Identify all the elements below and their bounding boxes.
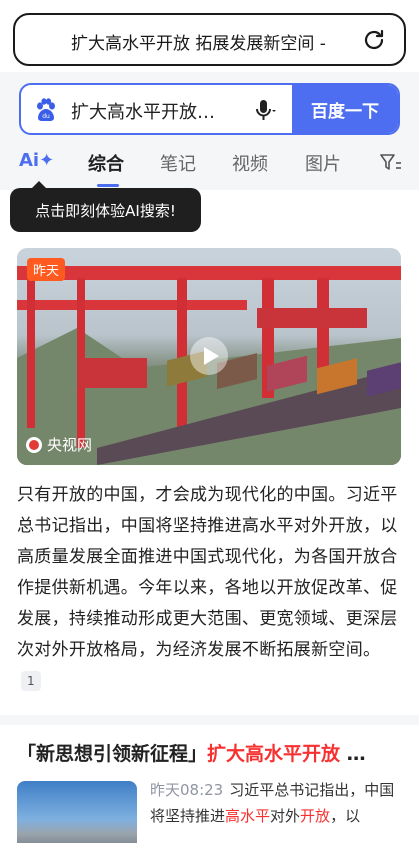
search-tabs: Ai✦ 综合 笔记 视频 图片 [0, 150, 419, 190]
citation-badge[interactable]: 1 [21, 671, 41, 691]
tab-images[interactable]: 图片 [305, 150, 341, 176]
search-box[interactable]: du 扩大高水平开放… 百度一下 [19, 83, 400, 135]
ai-summary: 只有开放的中国，才会成为现代化的中国。习近平总书记指出，中国将坚持推进高水平对外… [17, 480, 402, 697]
result-snippet-highlight: 高水平 [225, 807, 271, 825]
result-title-suffix: … [340, 743, 366, 765]
ai-tab-label: Ai [19, 150, 40, 171]
search-result[interactable]: 「新思想引领新征程」扩大高水平开放 … 昨天08:23 习近平总书记指出，中国将坚… [0, 725, 419, 843]
result-snippet-highlight: 开放 [300, 807, 331, 825]
ai-sparkle-icon[interactable]: Ai✦ [19, 150, 54, 171]
svg-text:du: du [42, 113, 50, 120]
result-snippet: 昨天08:23 习近平总书记指出，中国将坚持推进高水平对外开放，以 [150, 777, 405, 829]
summary-text: 只有开放的中国，才会成为现代化的中国。习近平总书记指出，中国将坚持推进高水平对外… [17, 485, 398, 660]
address-bar-text[interactable]: 扩大高水平开放 拓展发展新空间 - [71, 29, 326, 54]
ai-search-tooltip[interactable]: 点击即刻体验AI搜索! [10, 181, 201, 232]
play-icon[interactable] [189, 336, 229, 376]
microphone-icon[interactable] [251, 97, 277, 123]
result-snippet-part: 对外 [270, 807, 301, 825]
result-time: 昨天08:23 [150, 781, 224, 799]
filter-icon[interactable] [380, 153, 402, 173]
video-source: 央视网 [25, 434, 92, 455]
date-badge: 昨天 [27, 258, 66, 281]
search-button[interactable]: 百度一下 [292, 85, 398, 133]
cctv-logo-icon [26, 436, 42, 453]
address-bar[interactable]: 扩大高水平开放 拓展发展新空间 - [13, 13, 406, 66]
active-tab-indicator [97, 184, 119, 187]
tab-video[interactable]: 视频 [232, 150, 268, 176]
tab-comprehensive[interactable]: 综合 [88, 150, 124, 176]
result-title[interactable]: 「新思想引领新征程」扩大高水平开放 … [17, 739, 366, 766]
result-thumbnail[interactable] [17, 781, 137, 843]
result-card: 昨天 央视网 只有开放的中国，才会成为现代化的中国。习近平总书记指出，中国将坚持… [0, 190, 419, 715]
video-thumbnail[interactable]: 昨天 央视网 [17, 248, 401, 465]
result-title-prefix: 「新思想引领新征程」 [17, 743, 208, 765]
search-header: du 扩大高水平开放… 百度一下 Ai✦ 综合 笔记 视频 图片 [0, 72, 419, 190]
search-input[interactable]: 扩大高水平开放… [71, 98, 251, 124]
video-source-name: 央视网 [47, 436, 93, 454]
address-bar-area: 扩大高水平开放 拓展发展新空间 - [0, 0, 419, 72]
refresh-icon[interactable] [362, 28, 386, 52]
result-snippet-part: ，以 [330, 807, 361, 825]
result-title-highlight: 扩大高水平开放 [207, 743, 341, 765]
baidu-paw-icon: du [37, 98, 55, 121]
tab-notes[interactable]: 笔记 [160, 150, 196, 176]
section-divider [0, 715, 419, 725]
